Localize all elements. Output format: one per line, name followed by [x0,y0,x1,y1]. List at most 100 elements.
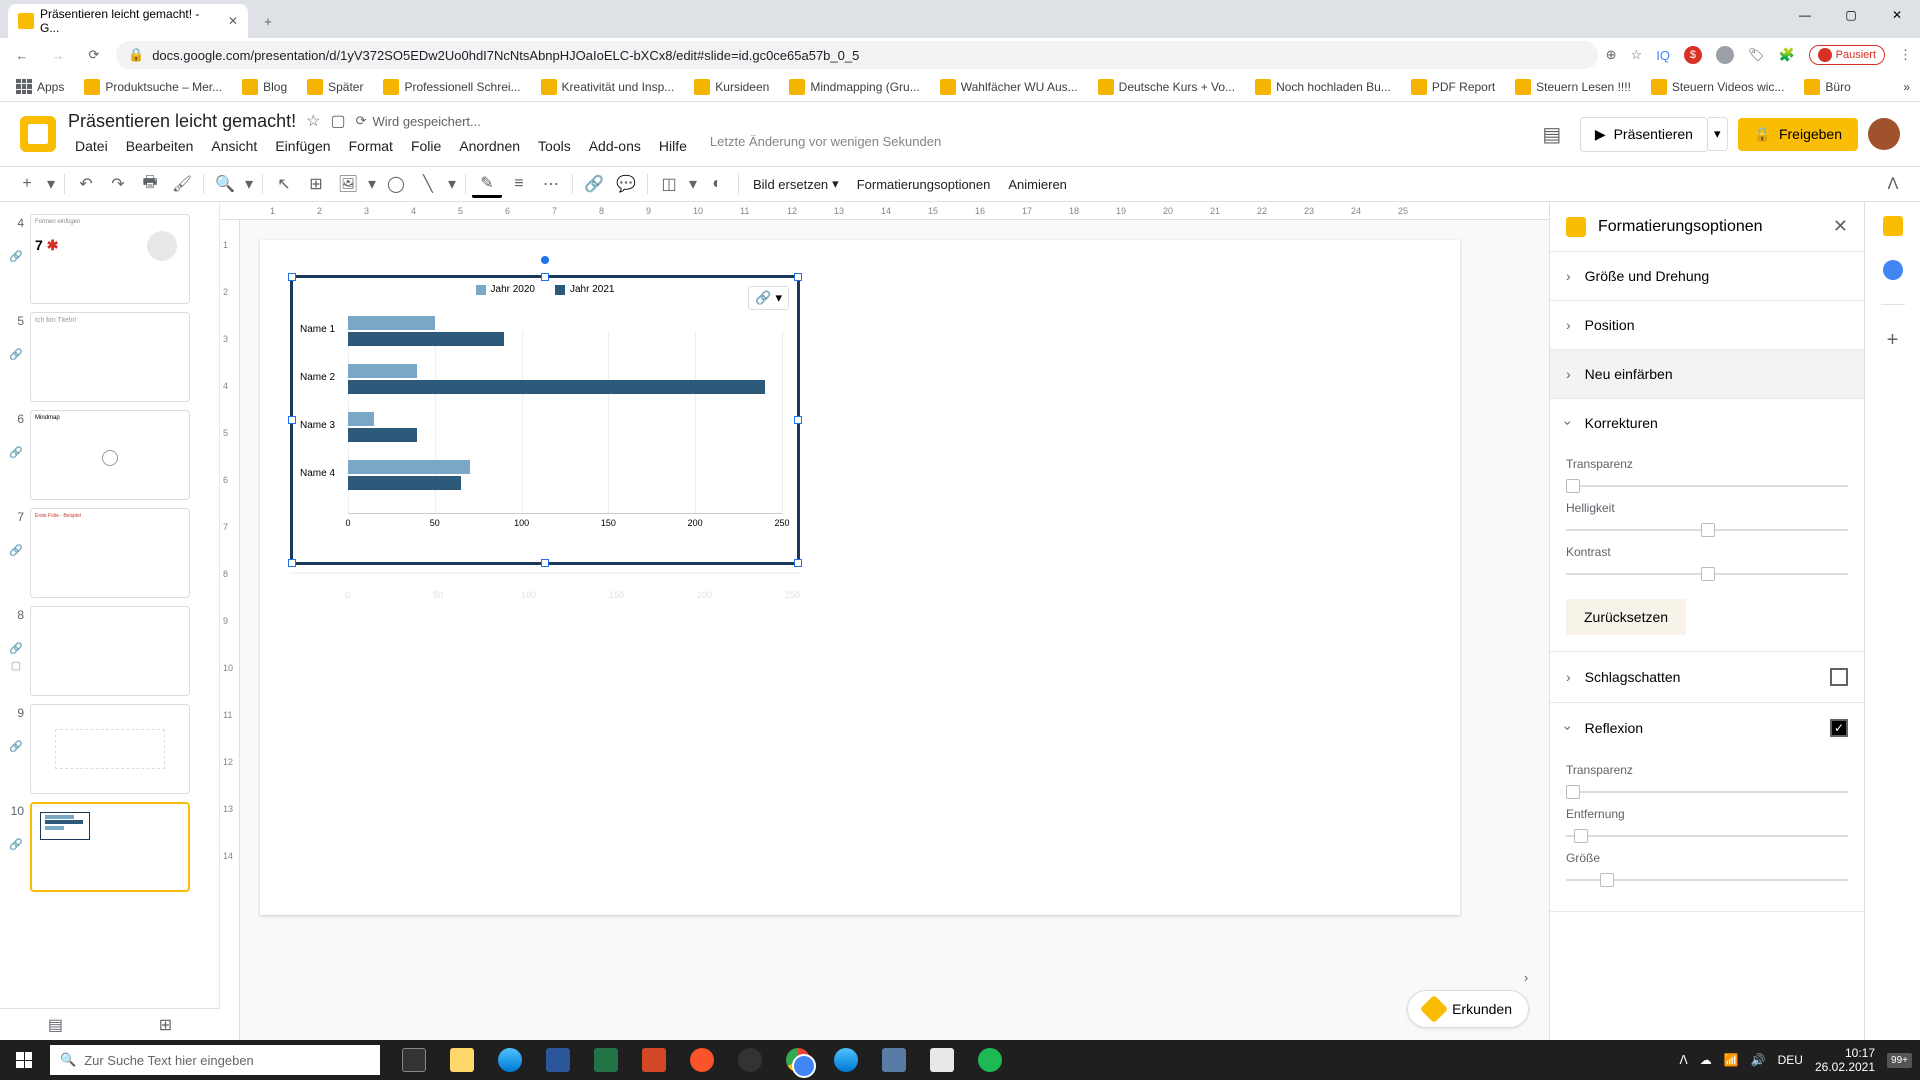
replace-image-button[interactable]: Bild ersetzen ▾ [745,172,847,196]
extensions-menu-icon[interactable]: 🧩 [1778,47,1794,63]
resize-handle[interactable] [288,559,296,567]
close-panel-icon[interactable]: ✕ [1833,216,1848,237]
crop-button[interactable]: ◫ [654,170,684,198]
notepad-icon[interactable] [918,1040,966,1080]
windows-search[interactable]: 🔍 Zur Suche Text hier eingeben [50,1045,380,1075]
slide-thumb-9[interactable] [30,704,190,794]
slide-thumb-5[interactable]: Ich bin Titeln! [30,312,190,402]
add-addon-icon[interactable]: + [1887,329,1899,352]
textbox-tool[interactable]: ⊞ [301,170,331,198]
zoom-dropdown[interactable]: ▾ [242,170,256,198]
doc-title[interactable]: Präsentieren leicht gemacht! [68,111,296,132]
menu-tools[interactable]: Tools [531,134,578,158]
start-button[interactable] [0,1040,48,1080]
explorer-icon[interactable] [438,1040,486,1080]
line-tool[interactable]: ╲ [413,170,443,198]
link-button[interactable]: 🔗 [579,170,609,198]
last-change[interactable]: Letzte Änderung vor wenigen Sekunden [710,134,941,158]
rotate-handle[interactable] [541,256,549,264]
crop-dropdown[interactable]: ▾ [686,170,700,198]
close-tab-icon[interactable]: ✕ [228,14,238,28]
bookmark-item[interactable]: Später [301,75,369,99]
brightness-slider[interactable] [1566,529,1848,531]
zoom-icon[interactable]: ⊕ [1606,47,1617,63]
bookmark-item[interactable]: Kursideen [688,75,775,99]
present-button[interactable]: ▶ Präsentieren [1580,117,1708,152]
redo-button[interactable]: ↷ [103,170,133,198]
bookmarks-overflow-icon[interactable]: » [1903,80,1910,94]
section-adjustments[interactable]: › Korrekturen [1550,399,1864,447]
shadow-checkbox[interactable] [1830,668,1848,686]
extension-icon-3[interactable] [1716,46,1734,64]
border-dash-button[interactable]: ⋯ [536,170,566,198]
star-icon[interactable]: ☆ [306,111,320,131]
section-shadow[interactable]: › Schlagschatten [1550,652,1864,702]
browser-tab[interactable]: Präsentieren leicht gemacht! - G... ✕ [8,4,248,38]
comments-button[interactable]: ▤ [1534,116,1570,152]
line-dropdown[interactable]: ▾ [445,170,459,198]
extension-icon-4[interactable]: 🏷 [1748,47,1765,63]
comment-button[interactable]: 💬 [611,170,641,198]
star-icon[interactable]: ☆ [1631,47,1643,63]
user-avatar[interactable] [1868,118,1900,150]
reflection-checkbox[interactable] [1830,719,1848,737]
paint-format-button[interactable]: 🖌 [167,170,197,198]
bookmark-item[interactable]: Wahlfächer WU Aus... [934,75,1084,99]
address-bar[interactable]: 🔒 docs.google.com/presentation/d/1yV372S… [116,41,1598,69]
keep-icon[interactable] [1883,216,1903,236]
spotify-icon[interactable] [966,1040,1014,1080]
chart-object[interactable]: 🔗 ▾ Jahr 2020 Jahr 2021 Name 1Name 2Name… [290,275,800,565]
format-options-button[interactable]: Formatierungsoptionen [849,173,999,196]
slide-canvas[interactable]: 🔗 ▾ Jahr 2020 Jahr 2021 Name 1Name 2Name… [260,240,1460,915]
wifi-icon[interactable]: 📶 [1724,1053,1739,1067]
resize-handle[interactable] [541,273,549,281]
reset-button[interactable]: Zurücksetzen [1566,599,1686,635]
menu-folie[interactable]: Folie [404,134,448,158]
image-tool[interactable]: 🖼 [333,170,363,198]
resize-handle[interactable] [794,273,802,281]
menu-format[interactable]: Format [342,134,400,158]
back-button[interactable]: ← [8,41,36,69]
reflection-size-slider[interactable] [1566,879,1848,881]
menu-datei[interactable]: Datei [68,134,115,158]
bookmark-item[interactable]: Professionell Schrei... [377,75,526,99]
border-color-button[interactable]: ✎ [472,170,502,198]
explore-button[interactable]: Erkunden [1407,990,1529,1028]
bookmark-item[interactable]: Blog [236,75,293,99]
maximize-button[interactable]: ▢ [1828,0,1874,30]
new-slide-dropdown[interactable]: ▾ [44,170,58,198]
slide-thumb-4[interactable]: Formen einfügen7 ✱ [30,214,190,304]
transparency-slider[interactable] [1566,485,1848,487]
new-slide-button[interactable]: + [12,170,42,198]
chrome-icon[interactable] [774,1040,822,1080]
minimize-button[interactable]: — [1782,0,1828,30]
brave-icon[interactable] [678,1040,726,1080]
edge2-icon[interactable] [822,1040,870,1080]
bookmark-item[interactable]: Kreativität und Insp... [535,75,681,99]
bookmark-item[interactable]: Mindmapping (Gru... [783,75,925,99]
reflection-transparency-slider[interactable] [1566,791,1848,793]
chrome-menu-icon[interactable]: ⋮ [1899,47,1912,63]
onedrive-icon[interactable]: ☁ [1700,1053,1712,1067]
reflection-distance-slider[interactable] [1566,835,1848,837]
clock[interactable]: 10:17 26.02.2021 [1815,1046,1875,1075]
zoom-button[interactable]: 🔍 [210,170,240,198]
border-weight-button[interactable]: ≡ [504,170,534,198]
move-icon[interactable]: ▢ [330,111,345,131]
app-icon[interactable] [870,1040,918,1080]
excel-icon[interactable] [582,1040,630,1080]
menu-bearbeiten[interactable]: Bearbeiten [119,134,201,158]
extension-icon-1[interactable]: IQ [1656,48,1670,63]
bookmark-item[interactable]: PDF Report [1405,75,1501,99]
apps-bookmark[interactable]: Apps [10,75,70,99]
close-window-button[interactable]: ✕ [1874,0,1920,30]
image-dropdown[interactable]: ▾ [365,170,379,198]
bookmark-item[interactable]: Büro [1798,75,1856,99]
menu-hilfe[interactable]: Hilfe [652,134,694,158]
grid-view-button[interactable]: ⊞ [159,1015,172,1035]
contrast-slider[interactable] [1566,573,1848,575]
share-button[interactable]: 🔒 Freigeben [1738,118,1858,151]
undo-button[interactable]: ↶ [71,170,101,198]
slide-thumb-6[interactable]: Mindmap [30,410,190,500]
forward-button[interactable]: → [44,41,72,69]
